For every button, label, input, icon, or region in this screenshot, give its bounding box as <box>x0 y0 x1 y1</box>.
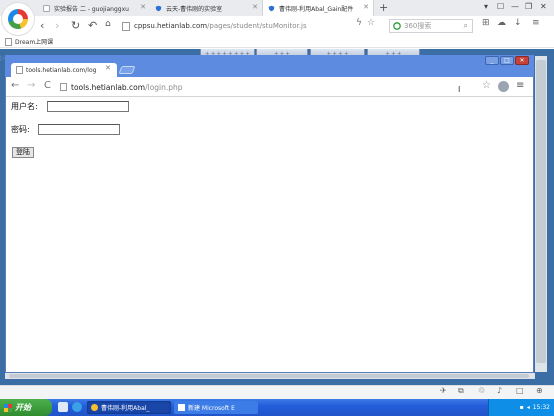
search-placeholder: 360搜索 <box>404 22 432 30</box>
network-icon[interactable]: ▪ <box>520 404 524 411</box>
outer-tab-2-title: 云天-曹伟刚的实验室 <box>166 5 223 13</box>
login-button[interactable]: 登陆 <box>12 147 34 158</box>
outer-url-domain: cppsu.hetianlab.com <box>134 22 208 30</box>
chrome-app-icon <box>91 404 98 411</box>
login-page <box>6 97 533 372</box>
flash-icon[interactable]: ϟ <box>356 18 362 28</box>
tab-list-icon[interactable]: ▾ <box>484 2 488 11</box>
close-window-icon[interactable]: ✕ <box>540 2 547 11</box>
chrome-back-icon[interactable]: ← <box>11 80 19 91</box>
text-cursor-icon: I <box>458 85 461 94</box>
chrome-address-bar[interactable]: tools.hetianlab.com/login.php <box>60 80 498 94</box>
page-icon <box>60 83 67 91</box>
close-icon[interactable]: ✕ <box>252 3 258 11</box>
document-app-icon <box>178 404 185 411</box>
outer-url-path: /pages/student/stuMonitor.js <box>207 22 307 30</box>
browser-360-logo[interactable] <box>2 3 34 35</box>
windows-logo-icon <box>4 403 12 412</box>
document-icon <box>43 4 50 12</box>
page-icon <box>16 66 23 74</box>
password-input[interactable] <box>38 124 120 135</box>
back-icon[interactable]: ‹ <box>40 19 44 32</box>
chrome-forward-icon[interactable]: → <box>27 80 35 91</box>
horizontal-scroll-thumb[interactable] <box>9 374 529 378</box>
reload-icon[interactable]: ↻ <box>71 19 80 32</box>
shield-icon <box>155 5 162 11</box>
bookmark-bar: Dream上网课 <box>0 36 554 48</box>
chrome-reload-icon[interactable]: C <box>44 80 51 91</box>
chrome-tab-title: tools.hetianlab.com/log <box>26 66 97 74</box>
chrome-close-button[interactable]: ✕ <box>515 56 529 65</box>
outer-tab-3-title: 曹伟刚-利用Abal_Gain配件 <box>279 5 354 13</box>
search-360-input[interactable]: 360搜索 ⌕ <box>389 19 473 33</box>
taskbar-item-title: 曹伟刚-利用Abal_ <box>101 405 150 412</box>
favorite-star-icon[interactable]: ☆ <box>367 18 375 28</box>
taskbar-item-active[interactable]: 曹伟刚-利用Abal_ <box>87 401 171 414</box>
chrome-menu-icon[interactable]: ≡ <box>516 80 524 91</box>
new-tab-button[interactable]: + <box>379 1 388 14</box>
password-label: 密码: <box>11 125 30 134</box>
forward-icon[interactable]: › <box>55 19 59 32</box>
outer-tab-3-active[interactable]: 曹伟刚-利用Abal_Gain配件 ✕ <box>262 0 374 16</box>
home-icon[interactable]: ⌂ <box>105 19 111 29</box>
outer-tab-2[interactable]: 云天-曹伟刚的实验室 ✕ <box>150 0 262 16</box>
skin-icon[interactable]: ☐ <box>497 2 504 11</box>
fullscreen-icon[interactable]: □ <box>516 386 524 395</box>
search-go-icon[interactable]: ⌕ <box>464 21 472 31</box>
zoom-icon[interactable]: ⊕ <box>536 386 543 395</box>
menu-icon[interactable]: ≡ <box>532 18 540 28</box>
username-label: 用户名: <box>11 102 38 111</box>
ie-icon[interactable] <box>72 402 82 412</box>
close-icon[interactable]: ✕ <box>363 3 369 11</box>
page-icon <box>122 21 130 31</box>
window-icon[interactable]: ⧉ <box>458 386 464 396</box>
start-label: 开始 <box>15 403 31 412</box>
outer-tab-1-title: 实验报告 二 - guojianggxu <box>54 5 129 13</box>
username-input[interactable] <box>47 101 129 112</box>
minimize-icon[interactable]: — <box>511 2 519 11</box>
bookmark-item[interactable]: Dream上网课 <box>15 37 53 46</box>
outer-status-bar <box>0 385 554 399</box>
shield-icon <box>268 5 275 11</box>
bookmark-star-icon[interactable]: ☆ <box>482 80 491 91</box>
chrome-url-path: /login.php <box>145 82 183 92</box>
start-button[interactable]: 开始 <box>0 399 52 416</box>
volume-icon[interactable]: ◂ <box>527 404 530 411</box>
chrome-url-domain: tools.hetianlab.com <box>71 82 146 92</box>
chrome-minimize-button[interactable]: _ <box>485 56 499 65</box>
cloud-icon[interactable]: ☁ <box>497 18 506 28</box>
vertical-scroll-thumb[interactable] <box>536 60 546 363</box>
outer-tab-1[interactable]: 实验报告 二 - guojianggxu ✕ <box>38 0 150 16</box>
outer-address-bar[interactable]: cppsu.hetianlab.com/pages/student/stuMon… <box>122 19 384 33</box>
download-icon[interactable]: ↓ <box>514 18 522 28</box>
system-tray: ▪ ◂ 15:32 <box>488 399 554 416</box>
taskbar <box>0 399 554 416</box>
search-360-icon <box>393 22 401 30</box>
maximize-icon[interactable]: ❐ <box>525 2 532 11</box>
undo-icon[interactable]: ↶ <box>88 19 97 32</box>
taskbar-item[interactable]: 新建 Microsoft E <box>174 401 258 414</box>
extension-icon[interactable] <box>498 81 509 92</box>
tray-clock: 15:32 <box>532 404 550 411</box>
close-icon[interactable]: ✕ <box>140 3 146 11</box>
close-tab-icon[interactable]: ✕ <box>105 64 111 72</box>
extensions-icon[interactable]: ⊞ <box>482 18 490 28</box>
accelerate-icon[interactable]: ✈ <box>440 386 447 395</box>
taskbar-item-title: 新建 Microsoft E <box>188 405 235 412</box>
chrome-maximize-button[interactable]: □ <box>500 56 514 65</box>
sound-icon[interactable]: ♪ <box>497 386 502 395</box>
trash-icon[interactable]: ♲ <box>478 386 485 395</box>
show-desktop-icon[interactable] <box>58 402 68 412</box>
bookmark-page-icon <box>5 37 12 46</box>
chrome-tab[interactable]: tools.hetianlab.com/log <box>11 63 117 77</box>
